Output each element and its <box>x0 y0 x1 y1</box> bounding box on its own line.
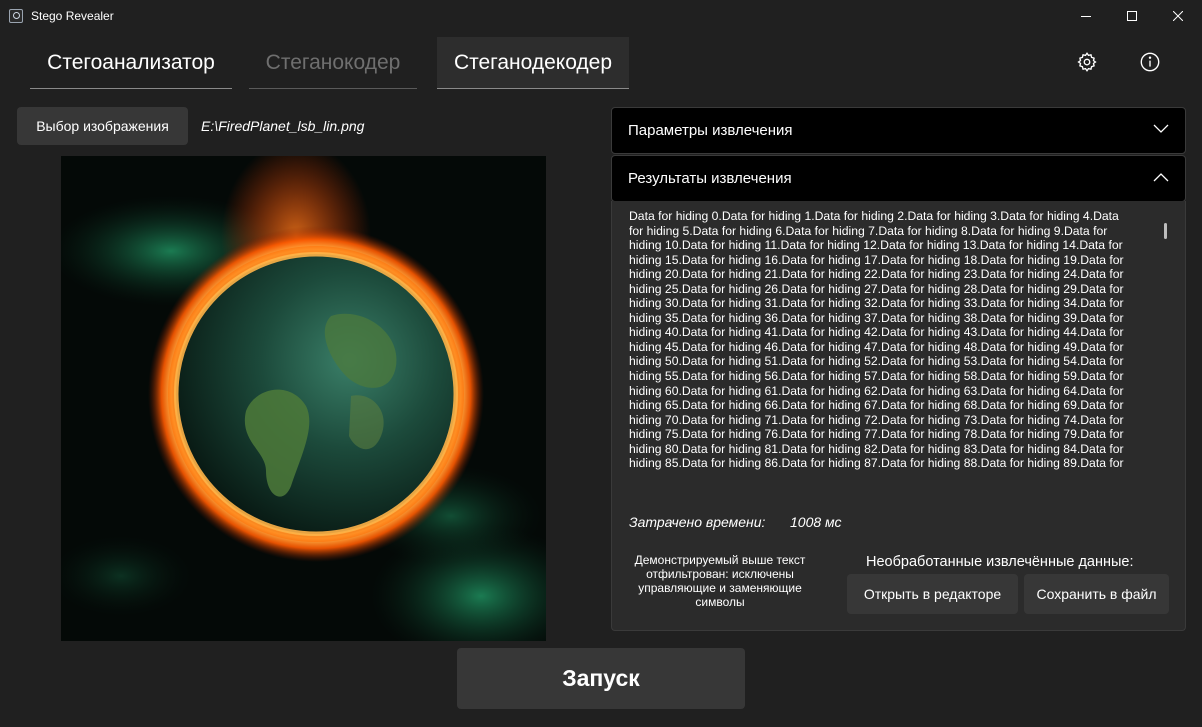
image-preview <box>61 156 546 641</box>
time-spent-label: Затрачено времени: <box>629 514 766 530</box>
filter-note: Демонстрируемый выше текст отфильтрован:… <box>634 553 806 609</box>
text-line: hiding 20.Data for hiding 21.Data for hi… <box>629 267 1124 282</box>
maximize-button[interactable] <box>1109 0 1155 32</box>
chevron-up-icon <box>1153 173 1169 182</box>
minimize-icon <box>1081 16 1091 17</box>
close-button[interactable] <box>1155 0 1201 32</box>
extraction-results-body: Data for hiding 0.Data for hiding 1.Data… <box>611 201 1186 631</box>
text-line: hiding 80.Data for hiding 81.Data for hi… <box>629 441 1124 456</box>
extraction-params-header[interactable]: Параметры извлечения <box>611 107 1186 154</box>
text-line: hiding 15.Data for hiding 16.Data for hi… <box>629 252 1124 267</box>
tab-steganalyzer[interactable]: Стегоанализатор <box>30 37 232 89</box>
fired-planet-image <box>61 156 546 641</box>
text-line: for hiding 5.Data for hiding 6.Data for … <box>629 223 1108 238</box>
text-line: hiding 75.Data for hiding 76.Data for hi… <box>629 427 1124 442</box>
chevron-down-icon <box>1153 124 1169 133</box>
info-icon <box>1140 52 1160 72</box>
text-line: hiding 35.Data for hiding 36.Data for hi… <box>629 310 1124 325</box>
extraction-params-title: Параметры извлечения <box>628 122 793 139</box>
text-line: hiding 10.Data for hiding 11.Data for hi… <box>629 238 1123 253</box>
title-bar: Stego Revealer <box>0 0 1202 32</box>
time-spent-value: 1008 мс <box>790 514 842 530</box>
text-line: hiding 25.Data for hiding 26.Data for hi… <box>629 281 1124 296</box>
select-image-button[interactable]: Выбор изображения <box>17 107 188 145</box>
extracted-text-area[interactable]: Data for hiding 0.Data for hiding 1.Data… <box>629 209 1159 471</box>
text-line: hiding 30.Data for hiding 31.Data for hi… <box>629 296 1124 311</box>
text-line: hiding 55.Data for hiding 56.Data for hi… <box>629 369 1124 384</box>
text-line: hiding 45.Data for hiding 46.Data for hi… <box>629 339 1124 354</box>
save-to-file-button[interactable]: Сохранить в файл <box>1024 574 1169 614</box>
text-line: hiding 50.Data for hiding 51.Data for hi… <box>629 354 1124 369</box>
run-button[interactable]: Запуск <box>457 648 745 709</box>
raw-data-label: Необработанные извлечённые данные: <box>866 554 1134 570</box>
text-line: hiding 65.Data for hiding 66.Data for hi… <box>629 398 1124 413</box>
tab-stegocoder[interactable]: Стеганокодер <box>249 37 417 89</box>
scrollbar[interactable] <box>1164 223 1167 239</box>
extraction-results-title: Результаты извлечения <box>628 170 792 187</box>
about-button[interactable] <box>1138 50 1162 74</box>
close-icon <box>1173 11 1183 21</box>
app-title: Stego Revealer <box>31 9 114 23</box>
tab-stegodecoder[interactable]: Стеганодекодер <box>437 37 629 89</box>
text-line: Data for hiding 0.Data for hiding 1.Data… <box>629 209 1119 223</box>
text-line: hiding 70.Data for hiding 71.Data for hi… <box>629 412 1124 427</box>
app-logo-icon <box>9 9 23 23</box>
text-line: hiding 60.Data for hiding 61.Data for hi… <box>629 383 1124 398</box>
text-line: hiding 40.Data for hiding 41.Data for hi… <box>629 325 1124 340</box>
file-path: E:\FiredPlanet_lsb_lin.png <box>201 118 365 134</box>
open-in-editor-button[interactable]: Открыть в редакторе <box>847 574 1018 614</box>
text-line: hiding 85.Data for hiding 86.Data for hi… <box>629 456 1124 471</box>
settings-button[interactable] <box>1075 50 1099 74</box>
minimize-button[interactable] <box>1063 0 1109 32</box>
extraction-results-header[interactable]: Результаты извлечения <box>611 155 1186 202</box>
gear-icon <box>1077 52 1097 72</box>
maximize-icon <box>1127 11 1137 21</box>
